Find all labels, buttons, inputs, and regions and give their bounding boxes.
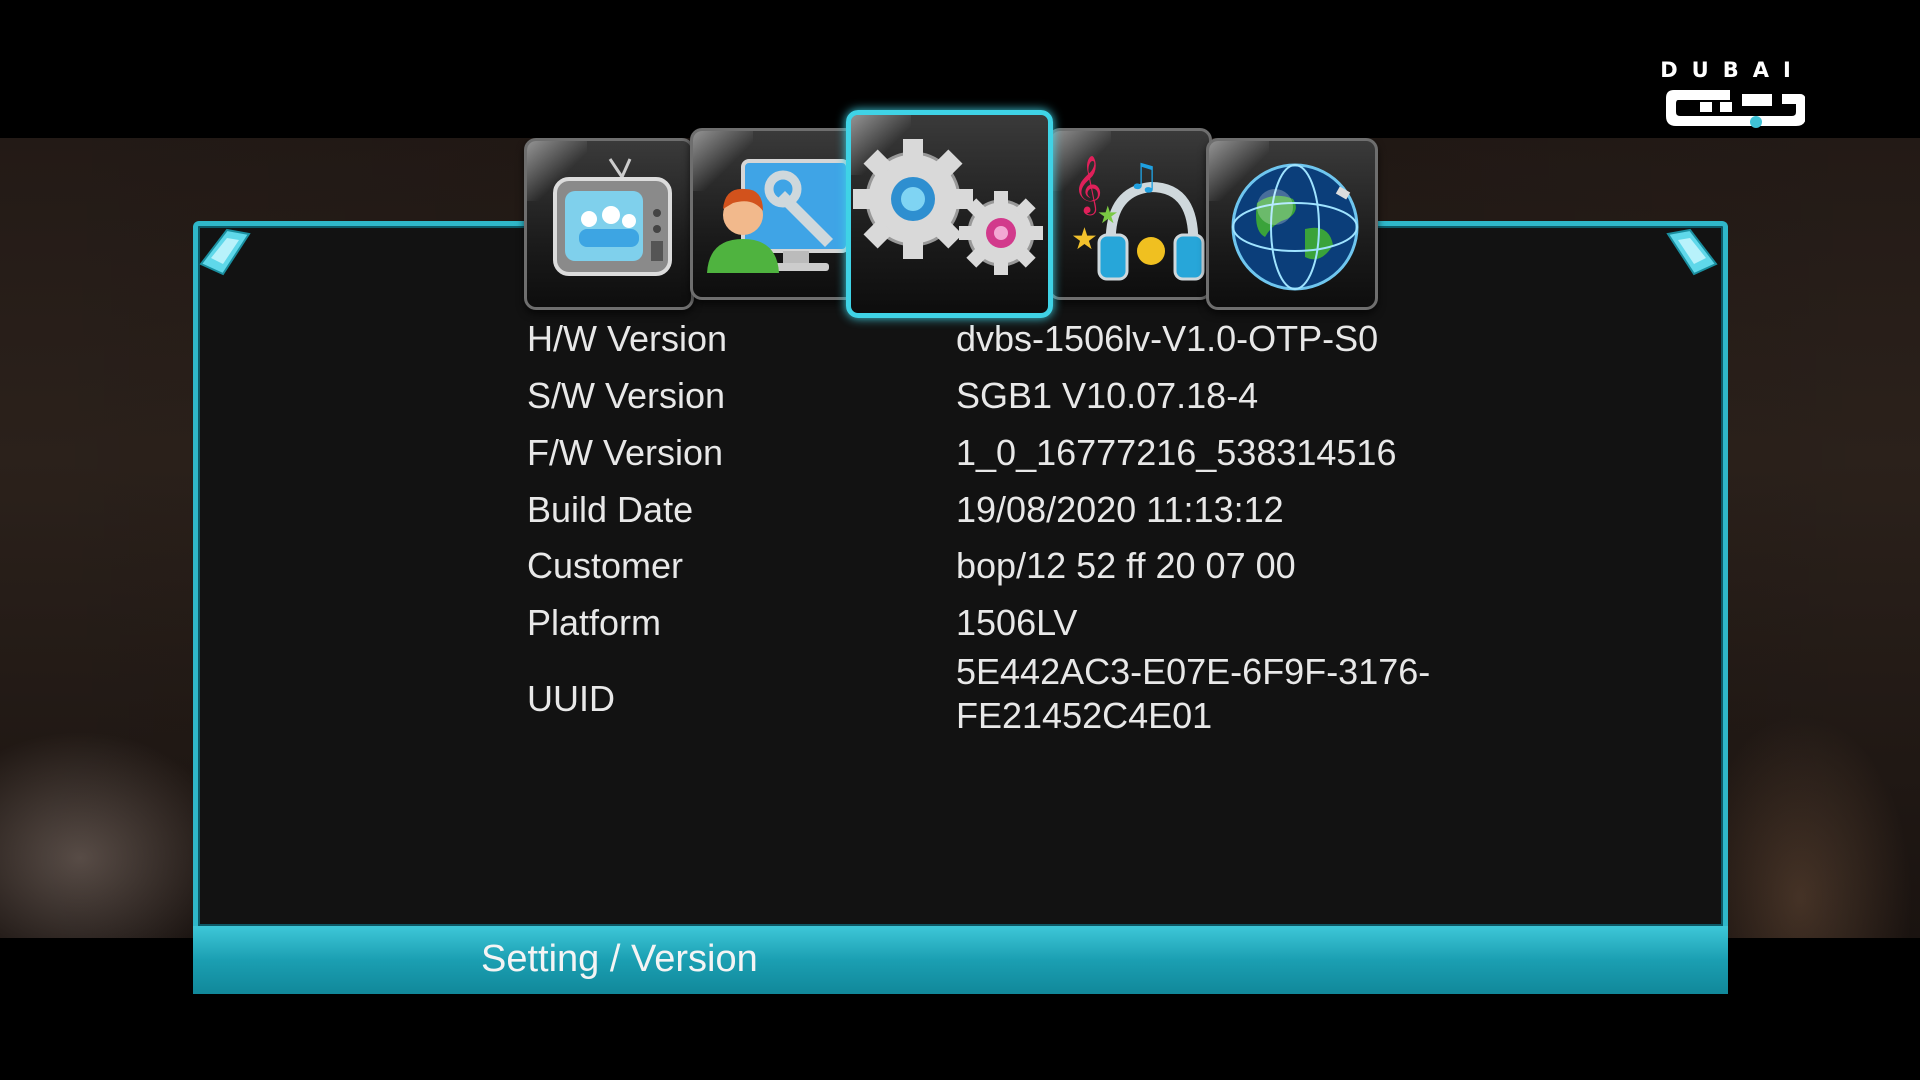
svg-text:★: ★ <box>1097 201 1119 229</box>
info-label: H/W Version <box>527 318 728 359</box>
info-label: UUID <box>527 678 615 719</box>
info-value: 1_0_16777216_538314516 <box>956 432 1397 473</box>
info-label: F/W Version <box>527 432 724 473</box>
user-settings-icon <box>707 159 850 273</box>
corner-gem-icon <box>199 228 251 276</box>
svg-text:★: ★ <box>1071 222 1098 257</box>
info-label: Customer <box>527 545 684 586</box>
info-label: S/W Version <box>527 375 726 416</box>
uuid-value-line1: 5E442AC3-E07E-6F9F-3176- <box>956 651 1431 692</box>
logo-mark-icon <box>1666 90 1806 128</box>
channel-logo: DUBAI <box>1660 58 1806 134</box>
uuid-value-line2: FE21452C4E01 <box>956 695 1213 736</box>
uuid-value: 5E442AC3-E07E-6F9F-3176- FE21452C4E01 <box>956 650 1430 738</box>
music-headphones-icon: 𝄞 ♫ ★ ★ <box>1071 155 1205 281</box>
corner-gem-icon <box>1666 228 1718 276</box>
info-value: bop/12 52 ff 20 07 00 <box>956 545 1296 586</box>
info-label: Platform <box>527 602 662 643</box>
tab-tv[interactable] <box>524 138 694 310</box>
svg-text:♫: ♫ <box>1127 157 1159 198</box>
globe-icon <box>1231 163 1359 291</box>
tab-network[interactable] <box>1206 138 1378 310</box>
info-value: 1506LV <box>956 602 1078 643</box>
info-value: 19/08/2020 11:13:12 <box>956 489 1284 530</box>
tab-settings[interactable] <box>846 110 1053 318</box>
info-value: SGB1 V10.07.18-4 <box>956 375 1259 416</box>
info-label: Build Date <box>527 489 694 530</box>
breadcrumb: Setting / Version <box>481 938 758 980</box>
tab-user-tools[interactable] <box>690 128 860 300</box>
gears-icon <box>853 139 1043 275</box>
info-value: dvbs-1506lv-V1.0-OTP-S0 <box>956 318 1379 359</box>
tv-icon <box>553 158 672 276</box>
tab-media[interactable]: 𝄞 ♫ ★ ★ <box>1048 128 1212 300</box>
logo-text: DUBAI <box>1660 58 1805 82</box>
footer-bar: Setting / Version <box>193 926 1728 994</box>
